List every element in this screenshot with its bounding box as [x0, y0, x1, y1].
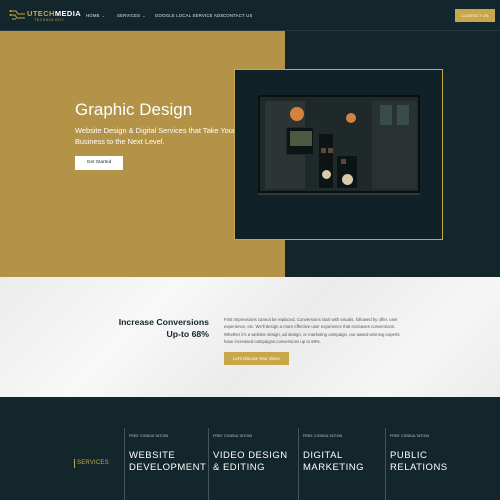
- service-title-line: & EDITING: [213, 462, 266, 473]
- service-divider: [124, 428, 125, 500]
- mockup-window: [397, 105, 409, 125]
- service-title-line: RELATIONS: [390, 462, 448, 473]
- service-title-line: VIDEO DESIGN: [213, 450, 288, 461]
- service-title-line: WEBSITE: [129, 450, 176, 461]
- mockup-card: [286, 127, 314, 155]
- chevron-down-icon: ⌄: [142, 13, 146, 18]
- mockup-phone: [318, 133, 334, 189]
- service-title-line: MARKETING: [303, 462, 364, 473]
- service-kicker: FREE CONSULTATION: [129, 434, 169, 438]
- mockup-tablet: [336, 155, 358, 189]
- services-section: [0, 397, 500, 500]
- service-kicker: FREE CONSULTATION: [303, 434, 343, 438]
- pendant-lamp: [290, 107, 304, 121]
- mockup-thumb: [321, 148, 326, 153]
- nav-item-google-local-service-ads[interactable]: GOOGLE LOCAL SERVICE ADS: [155, 13, 223, 18]
- discuss-vision-button[interactable]: Let's Discuss Your Vision: [224, 352, 289, 365]
- conversions-body: First Impressions cannot be replaced. Co…: [224, 317, 400, 345]
- service-website-development[interactable]: WEBSITE DEVELOPMENT: [129, 450, 206, 474]
- conversions-title: Increase Conversions: [118, 317, 209, 327]
- services-label-bar: [74, 459, 75, 468]
- nav-item-home[interactable]: HOME ⌄: [86, 13, 105, 18]
- top-navigation: UTECHMEDIA TECHNOLOGY HOME ⌄ SERVICES ⌄ GO…: [0, 0, 500, 31]
- service-title-line: DIGITAL: [303, 450, 343, 461]
- services-label: SERVICES: [77, 460, 109, 466]
- mockup-thumb: [341, 159, 346, 164]
- get-started-button[interactable]: Get Started: [75, 156, 123, 170]
- mockup-thumb: [328, 148, 333, 153]
- brand-tagline: TECHNOLOGY: [34, 18, 65, 22]
- mockup-card-image: [290, 131, 312, 146]
- pendant-lamp: [346, 113, 356, 123]
- circuit-logo-icon: [9, 10, 25, 20]
- service-divider: [385, 428, 386, 500]
- nav-item-contact-us[interactable]: CONTACT US: [223, 13, 253, 18]
- service-divider: [298, 428, 299, 500]
- hero-title: Graphic Design: [75, 100, 193, 119]
- nav-item-services[interactable]: SERVICES ⌄: [117, 13, 146, 18]
- service-kicker: FREE CONSULTATION: [390, 434, 430, 438]
- contact-us-button[interactable]: CONTACT US: [455, 9, 495, 22]
- service-public-relations[interactable]: PUBLIC RELATIONS: [390, 450, 448, 474]
- chevron-down-icon: ⌄: [101, 13, 106, 18]
- service-kicker: FREE CONSULTATION: [213, 434, 253, 438]
- brand-name: UTECHMEDIA: [27, 9, 82, 18]
- conversions-title-rate: Up-to 68%: [166, 329, 209, 339]
- service-video-design-editing[interactable]: VIDEO DESIGN & EDITING: [213, 450, 288, 474]
- hero-subtitle: Website Design & Digital Services that T…: [75, 126, 236, 146]
- service-title-line: DEVELOPMENT: [129, 462, 207, 473]
- mockup-dish: [322, 170, 331, 179]
- service-digital-marketing[interactable]: DIGITAL MARKETING: [303, 450, 364, 474]
- service-title-line: PUBLIC: [390, 450, 428, 461]
- nav-item-services-label: SERVICES: [117, 13, 141, 18]
- mockup-panel: [372, 101, 417, 189]
- service-divider: [208, 428, 209, 500]
- design-mockup-image: [258, 95, 420, 193]
- mockup-dish: [342, 174, 353, 185]
- brand-logo[interactable]: UTECHMEDIA TECHNOLOGY: [9, 8, 81, 24]
- mockup-stand: [258, 193, 420, 195]
- nav-item-home-label: HOME: [86, 13, 100, 18]
- mockup-window: [380, 105, 392, 125]
